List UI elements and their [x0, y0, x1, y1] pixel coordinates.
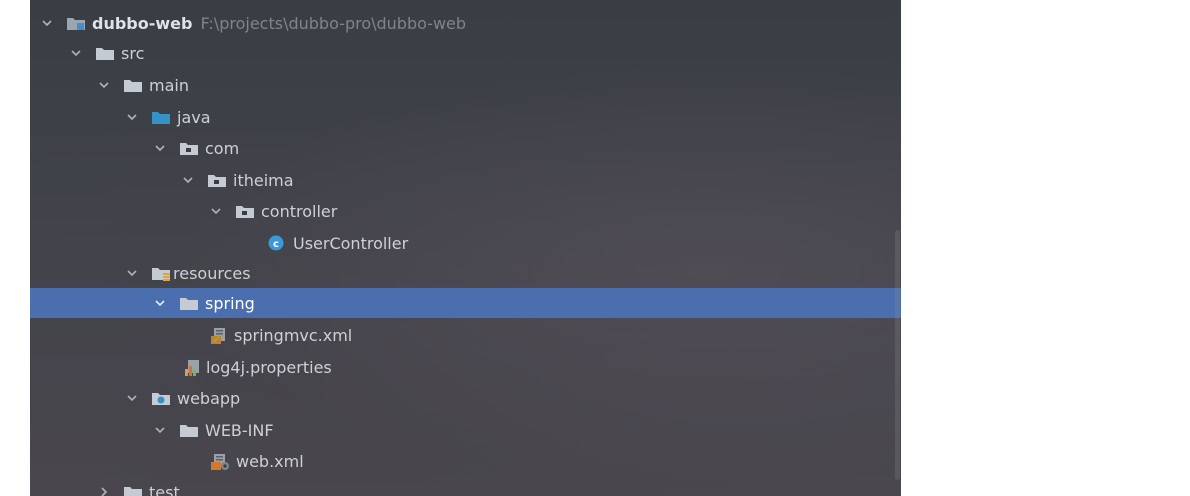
- folder-icon: [123, 484, 143, 496]
- module-folder-icon: [66, 15, 86, 31]
- project-tree-panel: dubbo-web F:\projects\dubbo-pro\dubbo-we…: [30, 0, 901, 496]
- module-path: F:\projects\dubbo-pro\dubbo-web: [200, 13, 467, 33]
- tree-item-web-inf[interactable]: WEB-INF: [30, 415, 901, 445]
- tree-item-java[interactable]: java: [30, 102, 901, 132]
- chevron-down-icon[interactable]: [70, 47, 82, 59]
- folder-icon: [179, 295, 199, 311]
- tree-item-resources[interactable]: resources: [30, 258, 901, 288]
- source-folder-icon: [151, 109, 171, 125]
- folder-icon: [179, 422, 199, 438]
- tree-item-springmvc-xml[interactable]: springmvc.xml: [30, 320, 901, 350]
- tree-item-src[interactable]: src: [30, 38, 901, 68]
- chevron-down-icon[interactable]: [41, 17, 53, 29]
- chevron-down-icon[interactable]: [210, 205, 222, 217]
- tree-item-test[interactable]: test: [30, 477, 901, 496]
- tree-item-label: springmvc.xml: [234, 325, 353, 345]
- xml-file-icon: [210, 327, 230, 344]
- tree-item-spring[interactable]: spring: [30, 288, 901, 318]
- tree-item-label: WEB-INF: [205, 420, 274, 440]
- tree-item-label: main: [149, 75, 189, 95]
- chevron-down-icon[interactable]: [154, 424, 166, 436]
- tree-item-controller[interactable]: controller: [30, 196, 901, 226]
- tree-item-main[interactable]: main: [30, 70, 901, 100]
- vertical-scrollbar[interactable]: [895, 230, 900, 480]
- tree-item-label: spring: [205, 293, 255, 313]
- resources-folder-icon: [151, 265, 171, 281]
- tree-item-label: dubbo-web: [92, 13, 193, 33]
- tree-item-usercontroller[interactable]: c UserController: [30, 228, 901, 258]
- properties-file-icon: [182, 359, 204, 376]
- tree-item-itheima[interactable]: itheima: [30, 165, 901, 195]
- package-icon: [235, 203, 255, 219]
- chevron-down-icon[interactable]: [126, 267, 138, 279]
- chevron-right-icon[interactable]: [98, 486, 110, 496]
- tree-item-label: itheima: [233, 170, 294, 190]
- tree-item-label: controller: [261, 201, 338, 221]
- chevron-down-icon[interactable]: [154, 142, 166, 154]
- chevron-down-icon[interactable]: [126, 392, 138, 404]
- web-folder-icon: [151, 390, 171, 406]
- svg-text:c: c: [273, 239, 279, 250]
- tree-item-label: webapp: [177, 388, 241, 408]
- chevron-down-icon[interactable]: [98, 79, 110, 91]
- tree-item-label: java: [177, 107, 211, 127]
- package-icon: [179, 140, 199, 156]
- chevron-down-icon[interactable]: [126, 111, 138, 123]
- tree-item-label: log4j.properties: [206, 357, 332, 377]
- chevron-down-icon[interactable]: [154, 297, 166, 309]
- tree-item-dubbo-web[interactable]: dubbo-web F:\projects\dubbo-pro\dubbo-we…: [30, 8, 901, 38]
- xml-file-icon: [210, 453, 232, 470]
- chevron-down-icon[interactable]: [182, 174, 194, 186]
- tree-item-label: com: [205, 138, 240, 158]
- tree-item-com[interactable]: com: [30, 133, 901, 163]
- folder-icon: [95, 45, 115, 61]
- tree-item-label: test: [149, 482, 180, 496]
- folder-icon: [123, 77, 143, 93]
- package-icon: [207, 172, 227, 188]
- tree-item-label: web.xml: [236, 451, 304, 471]
- tree-item-label: resources: [173, 263, 251, 283]
- tree-item-label: src: [121, 43, 145, 63]
- tree-item-web-xml[interactable]: web.xml: [30, 446, 901, 476]
- tree-item-webapp[interactable]: webapp: [30, 383, 901, 413]
- java-class-icon: c: [267, 235, 285, 251]
- tree-item-label: UserController: [293, 233, 409, 253]
- tree-item-log4j-properties[interactable]: log4j.properties: [30, 352, 901, 382]
